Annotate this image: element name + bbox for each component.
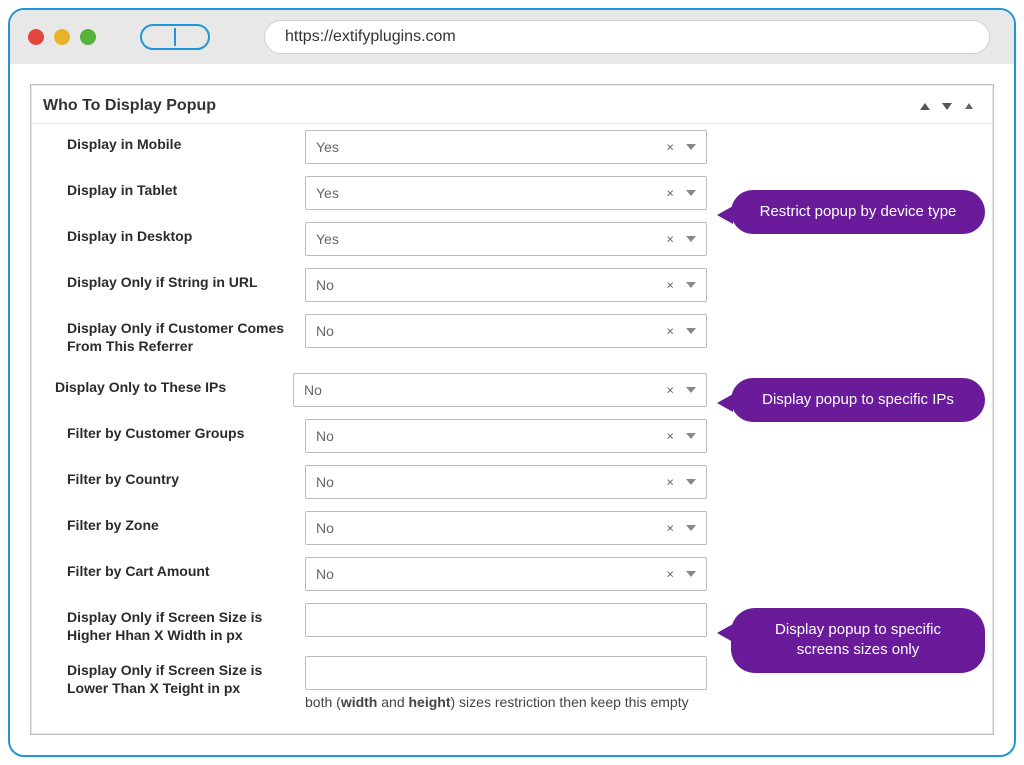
select-value: No [316,566,334,582]
panel-move-up-icon[interactable] [919,100,931,112]
chevron-down-icon [686,571,696,577]
select-country[interactable]: No × [305,465,707,499]
panel-collapse-icon[interactable] [963,100,975,112]
label-ips: Display Only to These IPs [45,373,305,403]
select-ips[interactable]: No × [293,373,707,407]
chevron-down-icon [686,387,696,393]
window-controls [28,29,96,45]
input-screen-higher[interactable] [305,603,707,637]
hint-screen-size: both (width and height) sizes restrictio… [305,690,707,710]
close-window-icon[interactable] [28,29,44,45]
label-zone: Filter by Zone [45,511,305,541]
chevron-down-icon [686,328,696,334]
clear-icon[interactable]: × [666,383,674,398]
select-value: No [316,428,334,444]
select-value: Yes [316,185,339,201]
row-referrer: Display Only if Customer Comes From This… [45,308,979,367]
select-value: Yes [316,231,339,247]
input-screen-lower[interactable] [305,656,707,690]
row-country: Filter by Country No × [45,459,979,505]
panel-header: Who To Display Popup [31,85,993,124]
nav-toggle-pill[interactable] [140,24,210,50]
label-display-desktop: Display in Desktop [45,222,305,252]
label-cart-amount: Filter by Cart Amount [45,557,305,587]
url-bar[interactable]: https://extifyplugins.com [264,20,990,54]
panel-title: Who To Display Popup [43,97,216,115]
row-zone: Filter by Zone No × [45,505,979,551]
select-value: No [316,277,334,293]
select-value: No [316,474,334,490]
label-display-tablet: Display in Tablet [45,176,305,206]
clear-icon[interactable]: × [666,429,674,444]
select-value: No [316,323,334,339]
select-referrer[interactable]: No × [305,314,707,348]
select-value: Yes [316,139,339,155]
select-display-desktop[interactable]: Yes × [305,222,707,256]
row-string-url: Display Only if String in URL No × [45,262,979,308]
label-referrer: Display Only if Customer Comes From This… [45,314,305,361]
clear-icon[interactable]: × [666,232,674,247]
select-display-mobile[interactable]: Yes × [305,130,707,164]
clear-icon[interactable]: × [666,186,674,201]
content-area: Who To Display Popup Display in Mobile Y… [10,64,1014,755]
select-zone[interactable]: No × [305,511,707,545]
clear-icon[interactable]: × [666,521,674,536]
browser-toolbar: https://extifyplugins.com [10,10,1014,64]
clear-icon[interactable]: × [666,140,674,155]
clear-icon[interactable]: × [666,475,674,490]
clear-icon[interactable]: × [666,324,674,339]
select-value: No [316,520,334,536]
select-customer-groups[interactable]: No × [305,419,707,453]
label-country: Filter by Country [45,465,305,495]
panel-actions [919,100,975,112]
select-display-tablet[interactable]: Yes × [305,176,707,210]
row-cart-amount: Filter by Cart Amount No × [45,551,979,597]
chevron-down-icon [686,433,696,439]
chevron-down-icon [686,479,696,485]
browser-frame: https://extifyplugins.com Who To Display… [8,8,1016,757]
callout-device-type: Restrict popup by device type [731,190,985,234]
select-string-url[interactable]: No × [305,268,707,302]
chevron-down-icon [686,144,696,150]
chevron-down-icon [686,282,696,288]
label-screen-higher: Display Only if Screen Size is Higher Hh… [45,603,305,650]
label-display-mobile: Display in Mobile [45,130,305,160]
clear-icon[interactable]: × [666,567,674,582]
select-value: No [304,382,322,398]
label-customer-groups: Filter by Customer Groups [45,419,305,449]
chevron-down-icon [686,525,696,531]
clear-icon[interactable]: × [666,278,674,293]
select-cart-amount[interactable]: No × [305,557,707,591]
callout-specific-ips: Display popup to specific IPs [731,378,985,422]
chevron-down-icon [686,236,696,242]
label-string-url: Display Only if String in URL [45,268,305,298]
chevron-down-icon [686,190,696,196]
callout-screen-sizes: Display popup to specific screens sizes … [731,608,985,673]
maximize-window-icon[interactable] [80,29,96,45]
settings-panel: Who To Display Popup Display in Mobile Y… [30,84,994,735]
minimize-window-icon[interactable] [54,29,70,45]
label-screen-lower: Display Only if Screen Size is Lower Tha… [45,656,305,703]
panel-move-down-icon[interactable] [941,100,953,112]
row-display-mobile: Display in Mobile Yes × [45,124,979,170]
